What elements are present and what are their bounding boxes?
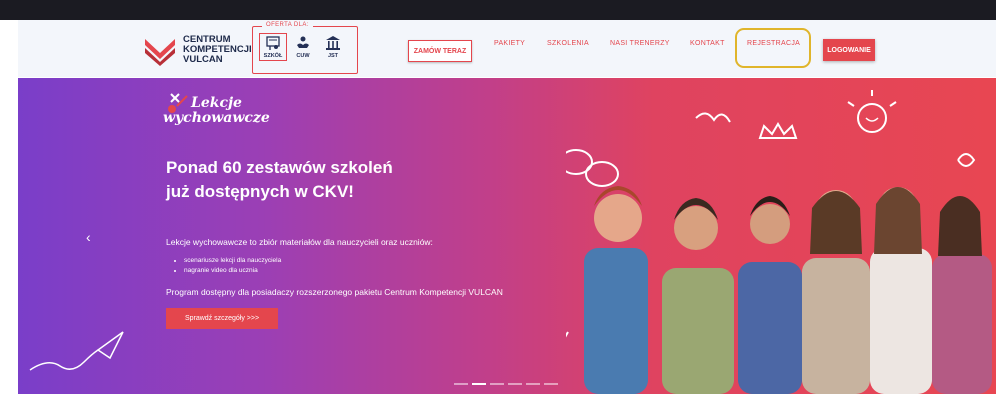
slider-dot[interactable] <box>508 383 522 385</box>
offer-jst[interactable]: JST <box>320 35 346 59</box>
hero-banner: Lekcje wychowawcze Ponad 60 zestawów szk… <box>18 78 996 394</box>
nav-packages[interactable]: PAKIETY <box>494 40 525 47</box>
slider-prev-arrow[interactable]: ‹ <box>86 229 91 245</box>
bullet-item: scenariusze lekcji dla nauczyciela <box>184 256 281 266</box>
nav-trainers[interactable]: NASI TRENERZY <box>610 40 670 47</box>
brand-logo[interactable]: CENTRUM KOMPETENCJI VULCAN <box>143 33 252 67</box>
order-now-button[interactable]: ZAMÓW TERAZ <box>408 40 472 62</box>
offer-cuw[interactable]: CUW <box>290 35 316 59</box>
slider-dot[interactable] <box>454 383 468 385</box>
check-details-button[interactable]: Sprawdź szczegóły >>> <box>166 308 278 329</box>
building-icon <box>326 36 340 50</box>
nav-trainings[interactable]: SZKOLENIA <box>547 40 589 47</box>
browser-top-bar <box>0 0 996 20</box>
hands-icon <box>297 36 309 48</box>
slider-dot[interactable] <box>544 383 558 385</box>
logo-text: CENTRUM KOMPETENCJI VULCAN <box>183 34 252 65</box>
hero-program-text: Program dostępny dla posiadaczy rozszerz… <box>166 287 503 297</box>
lesson-script-title: Lekcje wychowawcze <box>163 95 270 126</box>
hero-title: Ponad 60 zestawów szkoleń już dostępnych… <box>166 158 393 201</box>
logo-chevron-icon <box>145 39 175 66</box>
slider-dot[interactable] <box>490 383 504 385</box>
students-photo <box>566 90 992 394</box>
hero-description: Lekcje wychowawcze to zbiór materiałów d… <box>166 237 433 247</box>
nav-contact[interactable]: KONTAKT <box>690 40 725 47</box>
slider-dots <box>454 383 558 385</box>
login-button[interactable]: LOGOWANIE <box>823 39 875 61</box>
offer-school[interactable]: SZKÓŁ <box>259 33 287 61</box>
bullet-item: nagranie video dla ucznia <box>184 266 281 276</box>
register-highlight-annotation <box>735 28 811 68</box>
offer-label: OFERTA DLA: <box>262 22 313 28</box>
school-icon <box>266 36 280 50</box>
slider-dot-active[interactable] <box>472 383 486 385</box>
paper-plane-icon <box>29 331 124 371</box>
hero-bullets: scenariusze lekcji dla nauczyciela nagra… <box>176 256 281 276</box>
slider-dot[interactable] <box>526 383 540 385</box>
